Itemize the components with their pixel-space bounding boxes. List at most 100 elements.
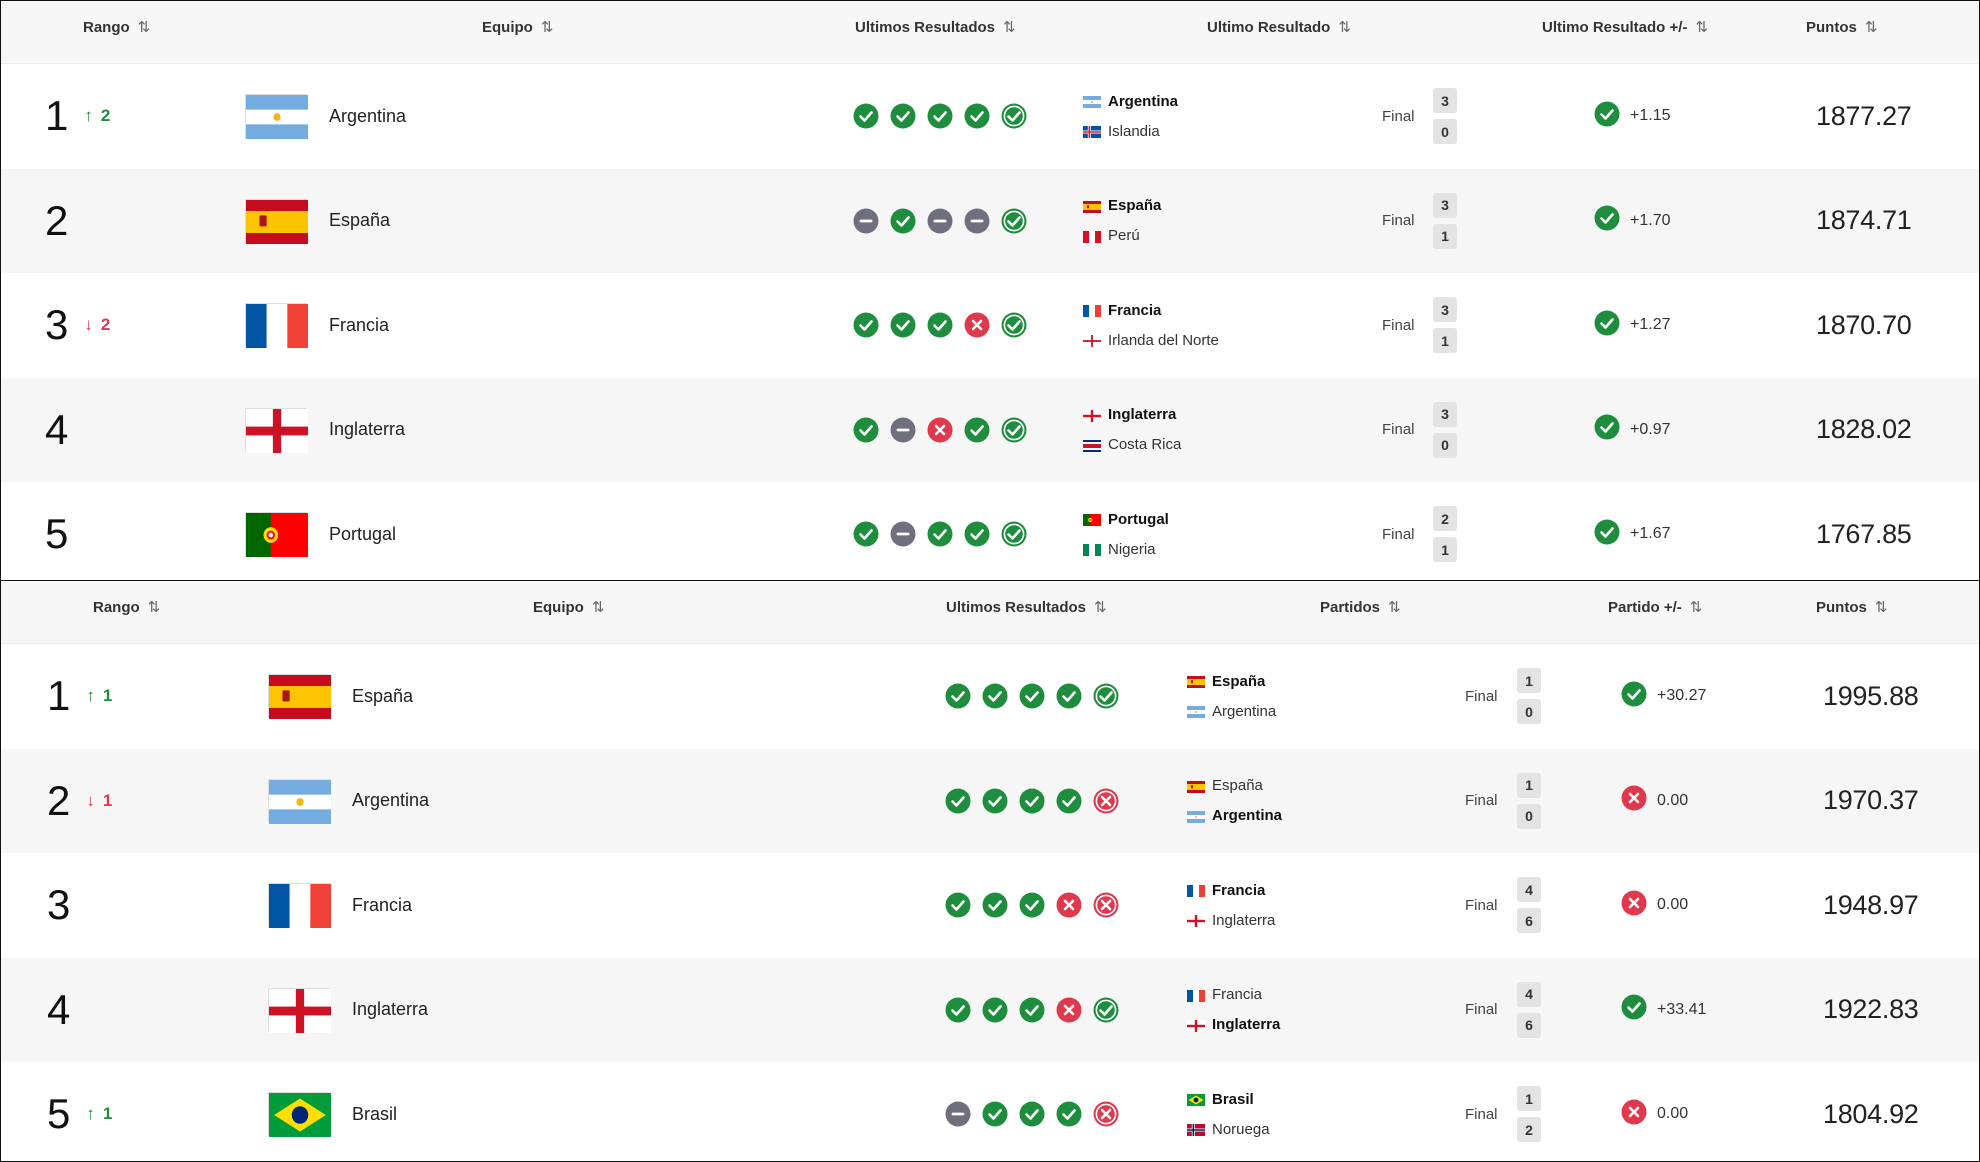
- table-row[interactable]: 4 Inglaterra Inglaterra Costa Rica Final 3 0 +0…: [1, 377, 1979, 483]
- check-circle-icon[interactable]: [964, 521, 990, 547]
- sort-arrows-icon[interactable]: ⇅: [148, 598, 161, 616]
- match-teams[interactable]: España Argentina: [1187, 749, 1282, 854]
- check-circle-icon[interactable]: [982, 788, 1008, 814]
- x-circle-icon[interactable]: [1093, 892, 1119, 918]
- check-circle-icon[interactable]: [1001, 103, 1027, 129]
- check-circle-icon[interactable]: [1019, 788, 1045, 814]
- table-row[interactable]: 2 ↓ 1 Argentina España Argentina Final 1 0 0.00 19…: [1, 748, 1979, 854]
- check-circle-icon[interactable]: [1056, 788, 1082, 814]
- check-circle-icon[interactable]: [1019, 892, 1045, 918]
- check-circle-icon[interactable]: [945, 997, 971, 1023]
- team-cell[interactable]: Argentina: [245, 64, 406, 169]
- check-circle-icon[interactable]: [982, 997, 1008, 1023]
- check-circle-icon[interactable]: [1001, 208, 1027, 234]
- x-circle-icon[interactable]: [1056, 892, 1082, 918]
- match-teams[interactable]: Brasil Noruega: [1187, 1062, 1270, 1161]
- check-circle-icon[interactable]: [945, 788, 971, 814]
- table-row[interactable]: 3 Francia Francia Inglaterra Final 4 6 0.00 1948…: [1, 853, 1979, 958]
- check-circle-icon[interactable]: [1056, 1101, 1082, 1127]
- minus-circle-icon[interactable]: [927, 208, 953, 234]
- x-circle-icon[interactable]: [927, 417, 953, 443]
- team-cell[interactable]: Portugal: [245, 482, 396, 581]
- team-name[interactable]: Brasil: [352, 1104, 397, 1125]
- team-cell[interactable]: Inglaterra: [268, 958, 428, 1063]
- team-cell[interactable]: Argentina: [268, 749, 429, 854]
- team-name[interactable]: Francia: [329, 315, 389, 336]
- check-circle-icon[interactable]: [853, 103, 879, 129]
- check-circle-icon[interactable]: [982, 683, 1008, 709]
- header-points[interactable]: Puntos ⇅: [1816, 581, 1887, 633]
- team-cell[interactable]: España: [245, 169, 390, 274]
- header-rank[interactable]: Rango ⇅: [83, 1, 150, 53]
- check-circle-icon[interactable]: [1093, 683, 1119, 709]
- minus-circle-icon[interactable]: [945, 1101, 971, 1127]
- check-circle-icon[interactable]: [927, 521, 953, 547]
- table-row[interactable]: 2 España España Perú Final 3 1 +1.70 1874.71: [1, 168, 1979, 274]
- match-teams[interactable]: Francia Irlanda del Norte: [1083, 273, 1219, 378]
- header-points[interactable]: Puntos ⇅: [1806, 1, 1877, 53]
- minus-circle-icon[interactable]: [890, 417, 916, 443]
- team-name[interactable]: Francia: [352, 895, 412, 916]
- sort-arrows-icon[interactable]: ⇅: [138, 18, 151, 36]
- table-row[interactable]: 1 ↑ 2 Argentina Argentina Islandia Final 3 0 +1.1…: [1, 64, 1979, 169]
- header-team[interactable]: Equipo ⇅: [482, 1, 553, 53]
- minus-circle-icon[interactable]: [964, 208, 990, 234]
- sort-arrows-icon[interactable]: ⇅: [592, 598, 605, 616]
- header-match[interactable]: Ultimo Resultado ⇅: [1207, 1, 1351, 53]
- team-cell[interactable]: Inglaterra: [245, 378, 405, 483]
- x-circle-icon[interactable]: [964, 312, 990, 338]
- match-teams[interactable]: Francia Inglaterra: [1187, 853, 1275, 958]
- header-delta[interactable]: Partido +/- ⇅: [1608, 581, 1702, 633]
- sort-arrows-icon[interactable]: ⇅: [1003, 18, 1016, 36]
- sort-arrows-icon[interactable]: ⇅: [541, 18, 554, 36]
- match-teams[interactable]: Argentina Islandia: [1083, 64, 1178, 169]
- header-last-results[interactable]: Ultimos Resultados ⇅: [855, 1, 1016, 53]
- team-cell[interactable]: Brasil: [268, 1062, 397, 1161]
- check-circle-icon[interactable]: [1019, 997, 1045, 1023]
- header-delta[interactable]: Ultimo Resultado +/- ⇅: [1542, 1, 1708, 53]
- sort-arrows-icon[interactable]: ⇅: [1094, 598, 1107, 616]
- team-name[interactable]: España: [329, 210, 390, 231]
- match-teams[interactable]: España Perú: [1083, 169, 1161, 274]
- header-match[interactable]: Partidos ⇅: [1320, 581, 1401, 633]
- check-circle-icon[interactable]: [1001, 312, 1027, 338]
- check-circle-icon[interactable]: [1001, 417, 1027, 443]
- check-circle-icon[interactable]: [1019, 683, 1045, 709]
- match-teams[interactable]: Francia Inglaterra: [1187, 958, 1280, 1063]
- table-row[interactable]: 3 ↓ 2 Francia Francia Irlanda del Norte Final 3…: [1, 273, 1979, 378]
- sort-arrows-icon[interactable]: ⇅: [1875, 598, 1888, 616]
- sort-arrows-icon[interactable]: ⇅: [1690, 598, 1703, 616]
- team-name[interactable]: España: [352, 686, 413, 707]
- match-teams[interactable]: Inglaterra Costa Rica: [1083, 378, 1181, 483]
- check-circle-icon[interactable]: [945, 892, 971, 918]
- check-circle-icon[interactable]: [1001, 521, 1027, 547]
- team-name[interactable]: Argentina: [352, 790, 429, 811]
- match-teams[interactable]: Portugal Nigeria: [1083, 482, 1169, 581]
- check-circle-icon[interactable]: [927, 312, 953, 338]
- minus-circle-icon[interactable]: [890, 521, 916, 547]
- check-circle-icon[interactable]: [890, 103, 916, 129]
- sort-arrows-icon[interactable]: ⇅: [1695, 18, 1708, 36]
- table-row[interactable]: 4 Inglaterra Francia Inglaterra Final 4 6 +33.4…: [1, 957, 1979, 1063]
- minus-circle-icon[interactable]: [853, 208, 879, 234]
- x-circle-icon[interactable]: [1093, 1101, 1119, 1127]
- check-circle-icon[interactable]: [945, 683, 971, 709]
- table-row[interactable]: 5 Portugal Portugal Nigeria Final 2 1 +1.67 1767…: [1, 482, 1979, 581]
- check-circle-icon[interactable]: [964, 417, 990, 443]
- check-circle-icon[interactable]: [1093, 997, 1119, 1023]
- team-name[interactable]: Inglaterra: [352, 999, 428, 1020]
- team-name[interactable]: Portugal: [329, 524, 396, 545]
- match-teams[interactable]: España Argentina: [1187, 644, 1276, 749]
- sort-arrows-icon[interactable]: ⇅: [1865, 18, 1878, 36]
- sort-arrows-icon[interactable]: ⇅: [1388, 598, 1401, 616]
- check-circle-icon[interactable]: [964, 103, 990, 129]
- team-cell[interactable]: España: [268, 644, 413, 749]
- table-row[interactable]: 1 ↑ 1 España España Argentina Final 1 0 +30.27 199…: [1, 644, 1979, 749]
- check-circle-icon[interactable]: [853, 417, 879, 443]
- check-circle-icon[interactable]: [982, 892, 1008, 918]
- x-circle-icon[interactable]: [1056, 997, 1082, 1023]
- header-last-results[interactable]: Ultimos Resultados ⇅: [946, 581, 1107, 633]
- check-circle-icon[interactable]: [853, 521, 879, 547]
- check-circle-icon[interactable]: [1019, 1101, 1045, 1127]
- table-row[interactable]: 5 ↑ 1 Brasil Brasil Noruega Final 1 2 0.00 1804.92: [1, 1062, 1979, 1161]
